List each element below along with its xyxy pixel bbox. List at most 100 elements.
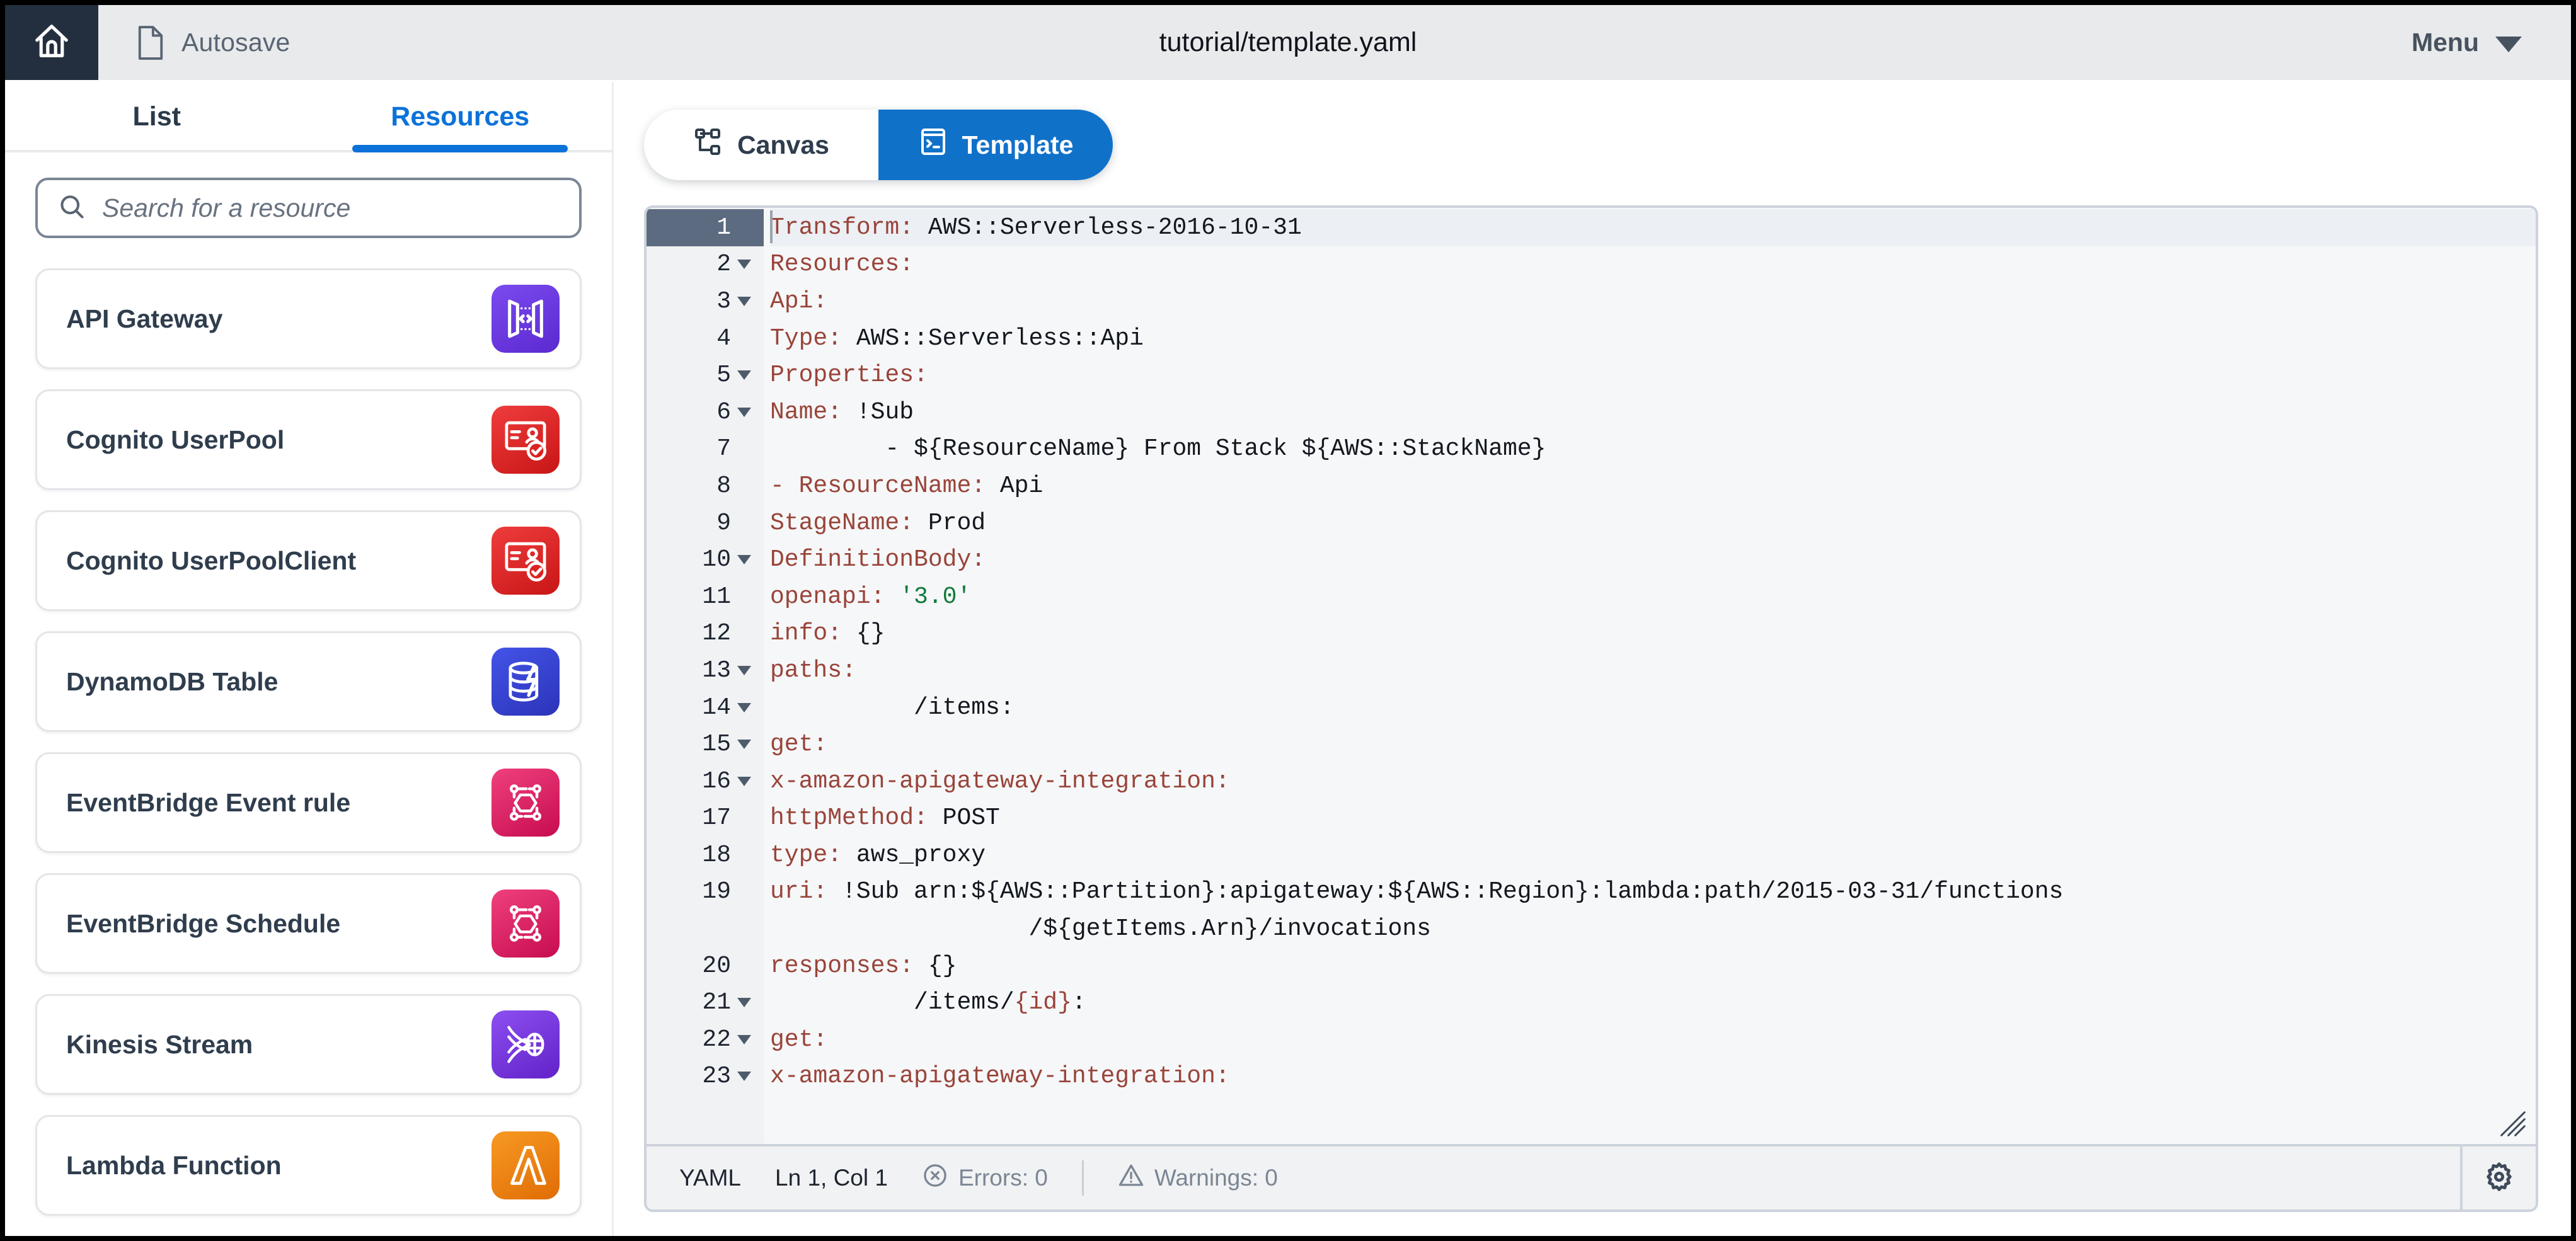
line-number[interactable]: 20 — [647, 947, 764, 985]
line-number[interactable]: 18 — [647, 837, 764, 874]
warnings-status[interactable]: Warnings: 0 — [1118, 1162, 1278, 1194]
line-number-continuation[interactable] — [647, 910, 764, 947]
line-number-label: 19 — [702, 878, 731, 906]
errors-status[interactable]: Errors: 0 — [922, 1162, 1048, 1194]
resource-item-cognito-userpoolclient[interactable]: Cognito UserPoolClient — [35, 510, 582, 611]
code-line[interactable]: Name: !Sub — [770, 394, 2536, 431]
line-number[interactable]: 11 — [647, 578, 764, 615]
code-line[interactable]: StageName: Prod — [770, 505, 2536, 542]
resource-label: EventBridge Schedule — [66, 908, 341, 938]
code-line[interactable]: /items: — [770, 689, 2536, 726]
line-number-label: 12 — [702, 620, 731, 648]
fold-arrow-icon[interactable] — [737, 555, 751, 565]
resource-list[interactable]: API Gateway Cognito UserPool Cognito Use… — [5, 238, 612, 1236]
code-line[interactable]: /items/{id}: — [770, 984, 2536, 1021]
fold-arrow-icon[interactable] — [737, 776, 751, 786]
fold-arrow-icon[interactable] — [737, 998, 751, 1008]
code-line[interactable]: x-amazon-apigateway-integration: — [770, 1058, 2536, 1095]
line-number[interactable]: 15 — [647, 726, 764, 763]
code-line[interactable]: type: aws_proxy — [770, 837, 2536, 874]
resource-item-eventbridge-event-rule[interactable]: EventBridge Event rule — [35, 752, 582, 853]
resource-item-eventbridge-schedule[interactable]: EventBridge Schedule — [35, 873, 582, 974]
home-button[interactable] — [5, 5, 98, 80]
fold-arrow-icon[interactable] — [737, 260, 751, 270]
line-number[interactable]: 4 — [647, 320, 764, 357]
resource-item-dynamodb-table[interactable]: DynamoDB Table — [35, 631, 582, 732]
code-line[interactable]: Transform: AWS::Serverless-2016-10-31 — [770, 209, 2536, 246]
resource-label: Kinesis Stream — [66, 1029, 253, 1059]
fold-arrow-icon[interactable] — [737, 1072, 751, 1082]
line-number[interactable]: 13 — [647, 652, 764, 689]
code-line[interactable]: get: — [770, 726, 2536, 763]
line-number-gutter[interactable]: 1 2 3 4 5 6 7 8 9 10 11 12 13 14 15 16 17 18 19 20 21 22 23 — [647, 208, 764, 1144]
tab-canvas[interactable]: Canvas — [644, 110, 878, 180]
code-line[interactable]: Api: — [770, 283, 2536, 320]
tab-list[interactable]: List — [5, 101, 309, 150]
line-number-label: 4 — [716, 324, 731, 352]
line-number[interactable]: 19 — [647, 874, 764, 911]
code-line[interactable]: Type: AWS::Serverless::Api — [770, 320, 2536, 357]
fold-arrow-icon[interactable] — [737, 702, 751, 712]
code-editor[interactable]: 1 2 3 4 5 6 7 8 9 10 11 12 13 14 15 16 17 18 19 20 21 22 23 Tr… — [644, 205, 2538, 1144]
line-number[interactable]: 17 — [647, 800, 764, 837]
code-line[interactable]: - ResourceName: Api — [770, 467, 2536, 505]
fold-arrow-icon[interactable] — [737, 665, 751, 675]
tab-resources[interactable]: Resources — [309, 101, 612, 150]
code-line[interactable]: x-amazon-apigateway-integration: — [770, 763, 2536, 800]
line-number-label: 6 — [716, 398, 731, 426]
resource-item-lambda-function[interactable]: Lambda Function — [35, 1115, 582, 1216]
line-number[interactable]: 16 — [647, 763, 764, 800]
line-number[interactable]: 2 — [647, 246, 764, 283]
code-line[interactable]: DefinitionBody: — [770, 541, 2536, 578]
code-line[interactable]: get: — [770, 1021, 2536, 1058]
fold-arrow-icon[interactable] — [737, 407, 751, 417]
fold-arrow-icon[interactable] — [737, 740, 751, 750]
line-number[interactable]: 7 — [647, 431, 764, 468]
fold-arrow-icon[interactable] — [737, 370, 751, 380]
code-line[interactable]: uri: !Sub arn:${AWS::Partition}:apigatew… — [770, 874, 2536, 911]
canvas-label: Canvas — [737, 130, 829, 159]
line-number[interactable]: 5 — [647, 357, 764, 394]
line-number[interactable]: 10 — [647, 541, 764, 578]
resource-item-kinesis-stream[interactable]: Kinesis Stream — [35, 994, 582, 1095]
code-line[interactable]: paths: — [770, 652, 2536, 689]
status-divider — [1081, 1160, 1084, 1196]
code-line[interactable]: info: {} — [770, 615, 2536, 653]
line-number[interactable]: 12 — [647, 615, 764, 653]
fold-arrow-icon[interactable] — [737, 296, 751, 306]
line-number[interactable]: 6 — [647, 394, 764, 431]
code-line[interactable]: responses: {} — [770, 947, 2536, 985]
line-number[interactable]: 23 — [647, 1058, 764, 1095]
line-number[interactable]: 3 — [647, 283, 764, 320]
line-number[interactable]: 9 — [647, 505, 764, 542]
code-area[interactable]: Transform: AWS::Serverless-2016-10-31 Res… — [764, 208, 2536, 1144]
line-number[interactable]: 8 — [647, 467, 764, 505]
resize-grip-icon[interactable] — [2499, 1110, 2527, 1138]
tab-template[interactable]: Template — [878, 110, 1113, 180]
line-number-label: 7 — [716, 435, 731, 463]
fold-arrow-icon[interactable] — [737, 1034, 751, 1044]
resource-item-cognito-userpool[interactable]: Cognito UserPool — [35, 389, 582, 490]
code-line[interactable]: /${getItems.Arn}/invocations — [770, 910, 2536, 947]
yaml-string: '3.0' — [885, 583, 972, 610]
resource-item-api-gateway[interactable]: API Gateway — [35, 268, 582, 369]
code-line[interactable]: openapi: '3.0' — [770, 578, 2536, 615]
code-line[interactable]: Resources: — [770, 246, 2536, 283]
line-number-label: 3 — [716, 287, 731, 315]
line-number-label: 13 — [702, 656, 731, 684]
search-box[interactable] — [35, 178, 582, 238]
line-number[interactable]: 21 — [647, 984, 764, 1021]
main-body: List Resources API Gateway — [5, 82, 2571, 1236]
search-icon — [58, 193, 86, 224]
code-line[interactable]: Properties: — [770, 357, 2536, 394]
line-number[interactable]: 1 — [647, 209, 764, 246]
editor-shell: 1 2 3 4 5 6 7 8 9 10 11 12 13 14 15 16 17 18 19 20 21 22 23 Tr… — [644, 205, 2538, 1212]
eventbridge-icon — [492, 889, 560, 958]
code-line[interactable]: - ${ResourceName} From Stack ${AWS::Stac… — [770, 431, 2536, 468]
line-number[interactable]: 22 — [647, 1021, 764, 1058]
code-line[interactable]: httpMethod: POST — [770, 800, 2536, 837]
menu-button[interactable]: Menu — [2412, 5, 2571, 80]
search-input[interactable] — [102, 193, 559, 223]
editor-settings-button[interactable] — [2463, 1144, 2538, 1212]
line-number[interactable]: 14 — [647, 689, 764, 726]
